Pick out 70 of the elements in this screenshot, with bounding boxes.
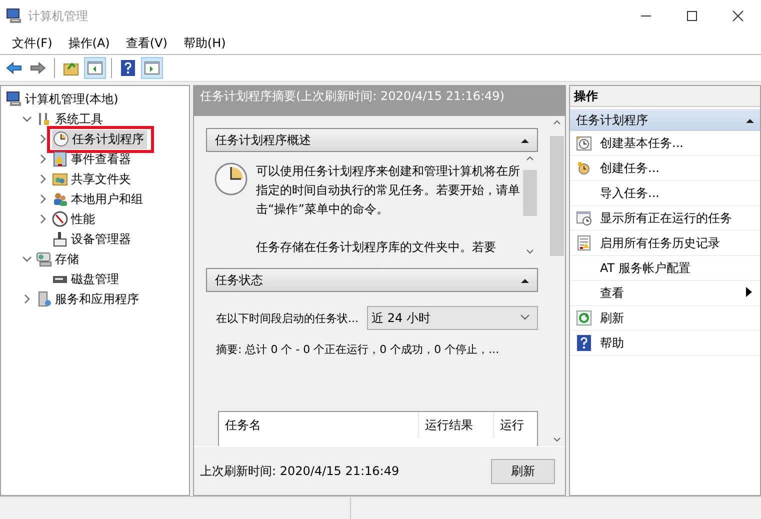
- menu-item[interactable]: 帮助(H): [175, 34, 234, 52]
- column-header[interactable]: 任务名: [219, 412, 419, 438]
- tree-item[interactable]: 本地用户和组: [51, 190, 146, 208]
- menu-item[interactable]: 文件(F): [4, 34, 60, 52]
- tools-icon: [36, 111, 52, 127]
- maximize-icon: [686, 10, 698, 22]
- collapse-icon[interactable]: [746, 118, 754, 124]
- close-icon: [732, 10, 744, 22]
- collapse-icon[interactable]: [521, 138, 529, 144]
- toolbar-button[interactable]: [141, 57, 163, 79]
- tree-item[interactable]: 任务计划程序: [52, 130, 147, 148]
- last-refresh-text: 上次刷新时间: 2020/4/15 21:16:49: [200, 462, 400, 480]
- clock-icon: [214, 162, 248, 196]
- clock-icon: [576, 160, 592, 176]
- toolbar-button[interactable]: [84, 57, 106, 79]
- back-arrow-icon: [6, 60, 22, 76]
- storage-icon: [36, 251, 52, 267]
- refresh-button[interactable]: 刷新: [491, 458, 555, 484]
- clock-icon: [576, 135, 592, 151]
- tree-item[interactable]: 设备管理器: [51, 230, 134, 248]
- dropdown[interactable]: 近 24 小时: [366, 306, 538, 330]
- collapse-icon[interactable]: [521, 278, 529, 284]
- folder-icon: [63, 60, 79, 76]
- tree-item[interactable]: 服务和应用程序: [35, 290, 142, 308]
- action-item[interactable]: 查看: [570, 281, 760, 306]
- tree-item[interactable]: 磁盘管理: [51, 270, 122, 288]
- gauge-icon: [52, 211, 68, 227]
- window-title: 计算机管理: [28, 8, 88, 24]
- device-icon: [52, 231, 68, 247]
- description-text: 可以使用任务计划程序来创建和管理计算机将在所指定的时间自动执行的常见任务。若要开始，请单击“操作”菜单中的命令。: [256, 163, 521, 218]
- pane-icon: [87, 60, 103, 76]
- menu-item[interactable]: 操作(A): [60, 34, 118, 52]
- section-header[interactable]: 任务计划程序: [570, 109, 760, 131]
- action-item[interactable]: AT 服务帐户配置: [570, 256, 760, 281]
- action-item[interactable]: 导入任务...: [570, 181, 760, 206]
- action-item[interactable]: 启用所有任务历史记录: [570, 231, 760, 256]
- section-header[interactable]: 任务状态: [206, 268, 538, 292]
- tree-item[interactable]: 事件查看器: [51, 150, 134, 168]
- clock-icon: [53, 131, 69, 147]
- tree-item[interactable]: 性能: [51, 210, 98, 228]
- tree-item[interactable]: 共享文件夹: [51, 170, 134, 188]
- users-icon: [52, 191, 68, 207]
- shared-folder-icon: [52, 171, 68, 187]
- tree-item[interactable]: 存储: [35, 250, 82, 268]
- tree-item[interactable]: 系统工具: [35, 110, 106, 128]
- forward-arrow-icon: [30, 60, 46, 76]
- notes-icon: [576, 235, 592, 251]
- panel-header: 任务计划程序摘要(上次刷新时间: 2020/4/15 21:16:49): [194, 86, 565, 116]
- action-item[interactable]: 帮助: [570, 331, 760, 356]
- action-item[interactable]: 刷新: [570, 306, 760, 331]
- menu-item[interactable]: 查看(V): [118, 34, 176, 52]
- description-text: 任务存储在任务计划程序库的文件夹中。若要: [256, 239, 497, 256]
- help-icon: [576, 335, 592, 351]
- pane-icon: [144, 60, 160, 76]
- action-item[interactable]: 创建基本任务...: [570, 131, 760, 156]
- refresh-icon: [576, 310, 592, 326]
- summary-text: 摘要: 总计 0 个 - 0 个正在运行，0 个成功，0 个停止，...: [215, 342, 500, 357]
- actions-header: 操作: [570, 86, 760, 107]
- section-header[interactable]: 任务计划程序概述: [206, 128, 538, 152]
- column-header[interactable]: 运行结果: [419, 412, 494, 438]
- computer-icon: [6, 8, 22, 24]
- help-icon: [120, 60, 136, 76]
- computer-icon: [6, 91, 22, 107]
- tree-item[interactable]: 计算机管理(本地): [5, 90, 122, 108]
- window-clock-icon: [576, 210, 592, 226]
- filter-label: 在以下时间段启动的任务状...: [216, 310, 358, 326]
- action-item[interactable]: 创建任务...: [570, 156, 760, 181]
- log-icon: [52, 151, 68, 167]
- action-item[interactable]: 显示所有正在运行的任务: [570, 206, 760, 231]
- server-icon: [36, 291, 52, 307]
